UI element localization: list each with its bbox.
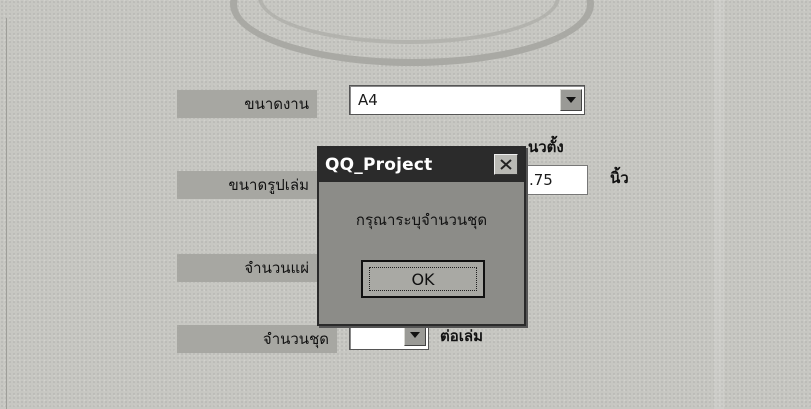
ok-button-label: OK <box>369 267 477 291</box>
close-icon[interactable] <box>494 154 518 175</box>
sheets-label: จำนวนแผ่ <box>177 254 317 282</box>
paper-size-value: A4 <box>358 91 378 109</box>
chevron-down-icon[interactable] <box>560 89 582 111</box>
book-size-input[interactable]: .75 <box>524 165 588 195</box>
book-size-label: ขนาดรูปเล่ม <box>177 171 317 199</box>
orientation-text: นวตั้ง <box>528 138 564 156</box>
per-volume-text: ต่อเล่ม <box>440 327 483 345</box>
ok-button[interactable]: OK <box>361 260 485 298</box>
panel-divider-right <box>714 0 724 409</box>
dialog-titlebar[interactable]: QQ_Project <box>319 148 524 182</box>
paper-size-label: ขนาดงาน <box>177 90 317 118</box>
panel-divider <box>6 18 7 409</box>
dialog-title: QQ_Project <box>325 155 433 175</box>
dialog-message: กรุณาระบุจำนวนชุด <box>355 211 488 229</box>
paper-size-select[interactable]: A4 <box>349 85 585 115</box>
chevron-down-icon[interactable] <box>404 324 426 346</box>
sets-label: จำนวนชุด <box>177 325 337 353</box>
message-dialog: QQ_Project กรุณาระบุจำนวนชุด OK <box>317 146 526 326</box>
unit-text: นิ้ว <box>610 169 629 187</box>
